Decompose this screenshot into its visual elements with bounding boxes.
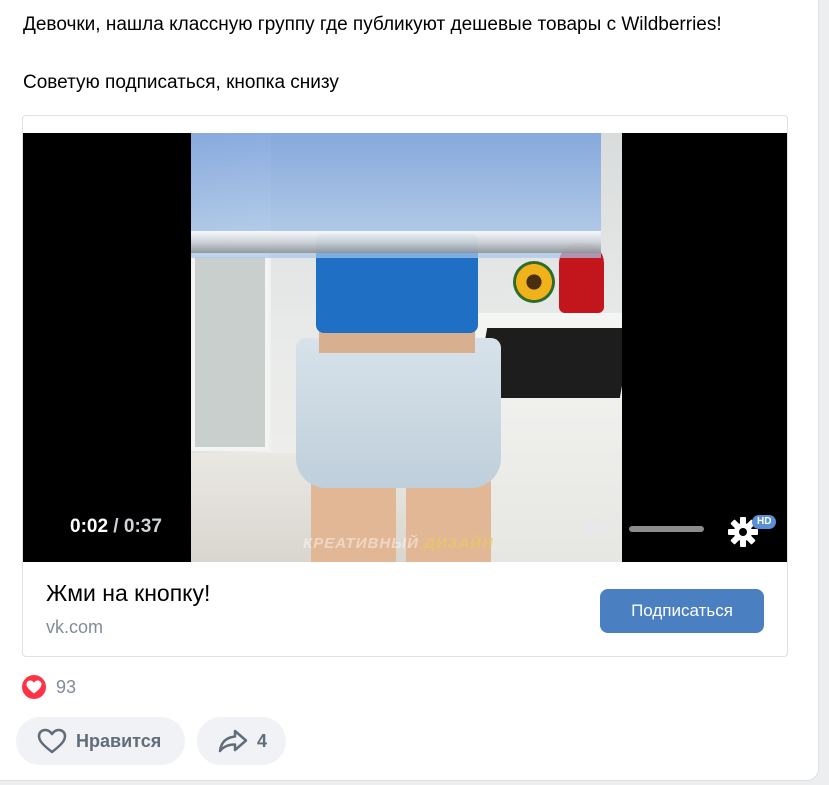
heart-icon bbox=[22, 675, 46, 699]
card-title: Жми на кнопку! bbox=[46, 580, 211, 606]
volume-slider[interactable] bbox=[629, 526, 704, 532]
video-watermark: КРЕАТИВНЫЙ ДИЗАЙН bbox=[303, 535, 494, 552]
speaker-muted-icon bbox=[582, 517, 613, 539]
video-player[interactable]: КРЕАТИВНЫЙ ДИЗАЙН 0:02 / 0:37 HD bbox=[23, 133, 787, 562]
current-time: 0:02 bbox=[70, 516, 109, 537]
settings-button[interactable]: HD bbox=[726, 513, 778, 549]
time-separator: / bbox=[108, 516, 124, 537]
video-time: 0:02 / 0:37 bbox=[70, 516, 162, 538]
video-attachment: КРЕАТИВНЫЙ ДИЗАЙН 0:02 / 0:37 HD Жми на … bbox=[22, 115, 788, 657]
card-domain[interactable]: vk.com bbox=[46, 617, 103, 638]
post-card: Девочки, нашла классную группу где публи… bbox=[0, 0, 819, 781]
reaction-count: 93 bbox=[56, 676, 77, 697]
post-text: Девочки, нашла классную группу где публи… bbox=[23, 12, 722, 96]
subscribe-button[interactable]: Подписаться bbox=[600, 589, 764, 633]
video-frame: КРЕАТИВНЫЙ ДИЗАЙН bbox=[191, 133, 622, 562]
post-text-line-2: Советую подписаться, кнопка снизу bbox=[23, 72, 339, 93]
like-button[interactable]: Нравится bbox=[16, 717, 185, 765]
mute-button[interactable] bbox=[579, 513, 615, 543]
hd-badge: HD bbox=[752, 515, 777, 529]
post-text-line-1: Девочки, нашла классную группу где публи… bbox=[23, 14, 722, 35]
share-arrow-icon bbox=[218, 727, 248, 755]
duration: 0:37 bbox=[123, 516, 162, 537]
reactions-summary[interactable]: 93 bbox=[22, 675, 76, 699]
like-label: Нравится bbox=[76, 730, 162, 751]
share-count: 4 bbox=[257, 730, 268, 751]
heart-outline-icon bbox=[37, 727, 67, 755]
share-button[interactable]: 4 bbox=[197, 717, 286, 765]
